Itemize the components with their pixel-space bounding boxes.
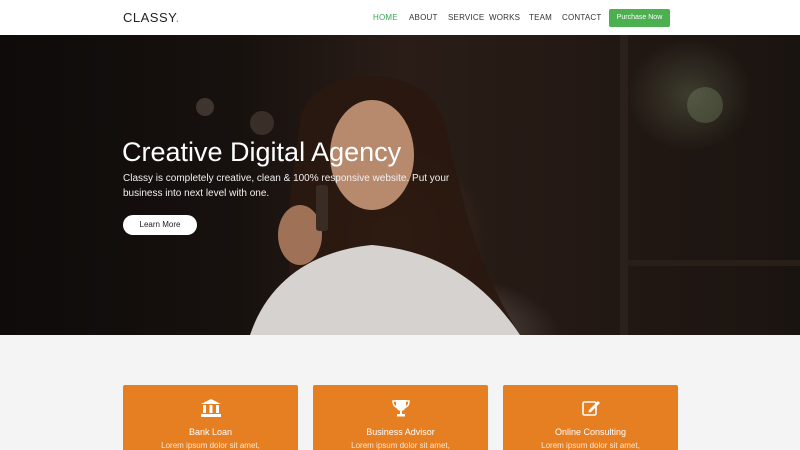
purchase-now-button[interactable]: Purchase Now [609, 9, 670, 27]
bank-icon [201, 399, 221, 417]
feature-card-business-advisor[interactable]: Business Advisor Lorem ipsum dolor sit a… [313, 385, 488, 450]
feature-title: Online Consulting [554, 427, 627, 437]
nav-home[interactable]: HOME [373, 13, 398, 23]
feature-card-online-consulting[interactable]: Online Consulting Lorem ipsum dolor sit … [503, 385, 678, 450]
hero-description: Classy is completely creative, clean & 1… [123, 173, 450, 199]
feature-title: Business Advisor [366, 427, 435, 437]
feature-title: Bank Loan [188, 427, 233, 437]
nav-contact[interactable]: CONTACT [562, 13, 601, 23]
feature-card-bank-loan[interactable]: Bank Loan Lorem ipsum dolor sit amet, [123, 385, 298, 450]
nav-team[interactable]: TEAM [529, 13, 552, 23]
hero-title: Creative Digital Agency [122, 137, 402, 167]
feature-text: Lorem ipsum dolor sit amet, [161, 441, 260, 450]
learn-more-button[interactable]: Learn More [123, 215, 197, 235]
navbar: CLASSY. HOME ABOUT SERVICE WORKS TEAM CO… [0, 0, 800, 35]
trophy-icon [392, 400, 410, 417]
feature-text: Lorem ipsum dolor sit amet, [541, 441, 640, 450]
feature-text: Lorem ipsum dolor sit amet, [351, 441, 450, 450]
nav-about[interactable]: ABOUT [409, 13, 438, 23]
edit-icon [582, 401, 600, 416]
nav-works[interactable]: WORKS [489, 13, 520, 23]
logo[interactable]: CLASSY. [123, 10, 180, 26]
nav-service[interactable]: SERVICE [448, 13, 484, 23]
hero-section: Creative Digital Agency Classy is comple… [0, 35, 800, 335]
